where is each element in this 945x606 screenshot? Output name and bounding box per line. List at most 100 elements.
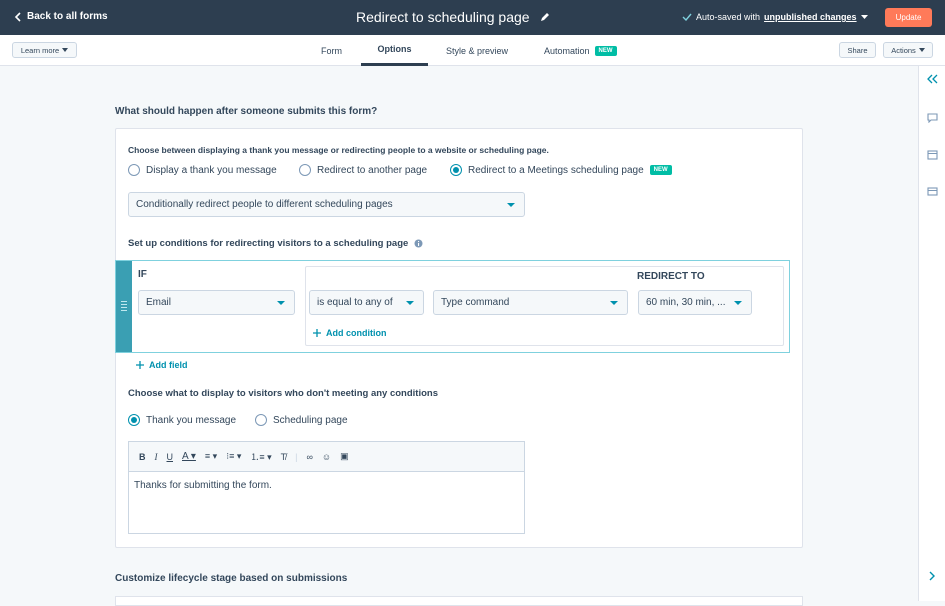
drag-handle[interactable] [116, 261, 132, 352]
rich-text-editor: B I U A ▾ ≡ ▾ ⁝≡ ▾ ⒈≡ ▾ T̸ | ∞ ☺ ▣ Thank… [128, 441, 525, 534]
add-condition-button[interactable]: Add condition [313, 328, 387, 338]
update-button[interactable]: Update [885, 8, 932, 27]
condition-block: IF Email REDIRECT TO is equal to any of … [115, 260, 790, 353]
caret-down-icon [507, 203, 515, 207]
tab-style-label: Style & preview [446, 45, 509, 56]
autosave-prefix: Auto-saved with [696, 12, 761, 22]
redirect-mode-dropdown[interactable]: Conditionally redirect people to differe… [128, 192, 525, 217]
tab-options[interactable]: Options [361, 35, 428, 66]
image-icon[interactable]: ▣ [340, 451, 349, 462]
caret-down-icon [406, 301, 414, 305]
redirect-target-dropdown[interactable]: 60 min, 30 min, ... [638, 290, 752, 315]
pencil-icon[interactable] [540, 12, 550, 22]
field-dropdown[interactable]: Email [138, 290, 295, 315]
chevron-down-icon[interactable] [860, 14, 868, 20]
radio-redirect-page[interactable]: Redirect to another page [299, 164, 427, 176]
radio-scheduling-page[interactable]: Scheduling page [255, 414, 348, 426]
actions-label: Actions [891, 45, 916, 55]
radio-label: Scheduling page [273, 414, 348, 426]
radio-circle[interactable] [128, 164, 140, 176]
radio-label: Redirect to a Meetings scheduling page [468, 164, 644, 176]
dropdown-value: 60 min, 30 min, ... [646, 297, 726, 308]
window-icon[interactable] [927, 150, 938, 160]
radio-redirect-meetings[interactable]: Redirect to a Meetings scheduling page NE… [450, 164, 672, 176]
bold-icon[interactable]: B [139, 452, 146, 462]
tab-style-preview[interactable]: Style & preview [446, 35, 508, 66]
radio-circle[interactable] [255, 414, 267, 426]
lifecycle-card [115, 596, 803, 606]
unpublished-changes-link[interactable]: unpublished changes [764, 12, 857, 22]
add-field-label: Add field [149, 360, 188, 370]
add-field-button[interactable]: Add field [136, 360, 188, 370]
new-badge: NEW [594, 45, 617, 56]
emoji-icon[interactable]: ☺ [322, 452, 331, 462]
share-label: Share [847, 45, 868, 55]
radio-label: Redirect to another page [317, 164, 428, 176]
editor-content[interactable]: Thanks for submitting the form. [134, 480, 272, 491]
radio-label: Display a thank you message [146, 164, 277, 176]
numbered-list-icon[interactable]: ⒈≡ ▾ [250, 450, 271, 463]
right-sidebar [918, 66, 945, 601]
toolbar-divider: | [295, 451, 298, 462]
tab-form[interactable]: Form [321, 35, 342, 66]
radio-thank-you[interactable]: Display a thank you message [128, 164, 277, 176]
back-label: Back to all forms [27, 11, 108, 22]
top-bar: Back to all forms Redirect to scheduling… [0, 0, 945, 35]
chevron-down-icon [918, 48, 925, 52]
dropdown-value: Type command [441, 297, 510, 308]
value-dropdown[interactable]: Type command [433, 290, 628, 315]
conditions-title-text: Set up conditions for redirecting visito… [128, 238, 409, 249]
choice-label: Choose between displaying a thank you me… [128, 145, 549, 155]
check-icon [682, 13, 692, 21]
if-label: IF [138, 269, 147, 280]
link-icon[interactable]: ∞ [306, 452, 312, 462]
italic-icon[interactable]: I [155, 452, 158, 462]
operator-dropdown[interactable]: is equal to any of [309, 290, 424, 315]
clear-format-icon[interactable]: T̸ [281, 452, 287, 462]
actions-button[interactable]: Actions [883, 42, 933, 58]
radio-thank-you-message[interactable]: Thank you message [128, 414, 236, 426]
new-badge: NEW [649, 165, 672, 175]
tab-form-label: Form [321, 45, 342, 56]
dropdown-value: Conditionally redirect people to differe… [136, 199, 393, 210]
caret-down-icon [277, 301, 285, 305]
form-title[interactable]: Redirect to scheduling page [356, 9, 550, 25]
drag-grip-icon[interactable] [121, 301, 127, 311]
plus-icon [136, 361, 144, 369]
conditions-title: Set up conditions for redirecting visito… [128, 238, 423, 249]
editor-toolbar: B I U A ▾ ≡ ▾ ⁝≡ ▾ ⒈≡ ▾ T̸ | ∞ ☺ ▣ [129, 442, 524, 472]
section-title: What should happen after someone submits… [115, 106, 378, 117]
caret-down-icon [734, 301, 742, 305]
tab-options-label: Options [377, 44, 412, 54]
radio-circle-selected[interactable] [450, 164, 462, 176]
redirect-to-label: REDIRECT TO [637, 271, 705, 282]
bullet-list-icon[interactable]: ⁝≡ ▾ [226, 451, 241, 462]
back-link[interactable]: Back to all forms [14, 11, 108, 22]
plus-icon [313, 329, 321, 337]
learn-more-label: Learn more [20, 45, 60, 55]
fallback-title: Choose what to display to visitors who d… [128, 388, 438, 399]
info-icon[interactable] [414, 239, 423, 248]
dropdown-value: is equal to any of [317, 297, 393, 308]
underline-icon[interactable]: U [167, 452, 174, 462]
dropdown-value: Email [146, 297, 172, 308]
radio-circle[interactable] [299, 164, 311, 176]
share-button[interactable]: Share [839, 42, 876, 58]
chat-icon[interactable] [927, 113, 938, 123]
learn-more-button[interactable]: Learn more [12, 42, 77, 58]
collapse-double-chevron-icon[interactable] [927, 74, 938, 84]
align-icon[interactable]: ≡ ▾ [205, 451, 217, 462]
text-color-icon[interactable]: A ▾ [182, 451, 196, 462]
tab-bar: Learn more Form Options Style & preview … [0, 35, 945, 66]
calendar-icon[interactable] [927, 186, 938, 196]
chevron-down-icon [62, 48, 69, 52]
chevron-right-icon[interactable] [927, 571, 938, 581]
chevron-left-icon [14, 11, 21, 22]
tab-automation[interactable]: Automation NEW [544, 35, 617, 66]
radio-circle-selected[interactable] [128, 414, 140, 426]
add-condition-label: Add condition [326, 328, 387, 338]
caret-down-icon [610, 301, 618, 305]
radio-label: Thank you message [146, 414, 237, 426]
tab-automation-label: Automation [544, 45, 590, 56]
lifecycle-title: Customize lifecycle stage based on submi… [115, 573, 348, 584]
